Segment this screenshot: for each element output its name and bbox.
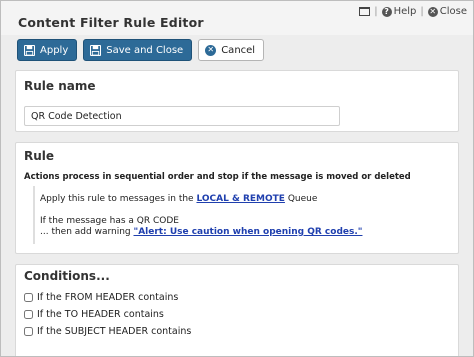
conditions-panel: Conditions... If the FROM HEADER contain… — [15, 264, 459, 356]
rule-editor-window: Content Filter Rule Editor | ? Help | ✕ … — [0, 0, 474, 357]
toolbar: Apply Save and Close ✕ Cancel — [17, 39, 265, 61]
rule-name-panel: Rule name — [15, 70, 459, 132]
rule-description: Actions process in sequential order and … — [24, 172, 411, 182]
help-button[interactable]: ? Help — [381, 6, 417, 17]
condition-checkbox[interactable] — [24, 327, 33, 336]
close-label: Close — [439, 6, 467, 17]
conditions-heading: Conditions... — [24, 269, 110, 283]
help-label: Help — [393, 6, 417, 17]
save-icon — [90, 44, 102, 56]
apply-label: Apply — [40, 44, 69, 56]
condition-checkbox[interactable] — [24, 293, 33, 302]
rule-panel: Rule Actions process in sequential order… — [15, 142, 459, 254]
warning-text-link[interactable]: "Alert: Use caution when opening QR code… — [134, 227, 363, 237]
condition-label: If the TO HEADER contains — [37, 309, 164, 320]
save-icon — [24, 44, 35, 56]
rule-name-heading: Rule name — [24, 79, 96, 93]
apply-button[interactable]: Apply — [17, 39, 78, 61]
rule-name-input[interactable] — [24, 106, 340, 126]
rule-heading: Rule — [24, 149, 55, 163]
separator: | — [420, 6, 424, 17]
window-title: Content Filter Rule Editor — [18, 15, 204, 30]
save-and-close-button[interactable]: Save and Close — [83, 39, 193, 61]
save-and-close-label: Save and Close — [106, 44, 184, 56]
window-controls: | ? Help | ✕ Close — [359, 6, 467, 17]
separator: | — [374, 6, 378, 17]
action-prefix: ... then add warning — [40, 227, 131, 237]
condition-label: If the SUBJECT HEADER contains — [37, 326, 192, 337]
apply-prefix: Apply this rule to messages in the — [40, 194, 194, 204]
queue-link[interactable]: LOCAL & REMOTE — [196, 194, 284, 204]
rule-condition-line: If the message has a QR CODE — [40, 216, 179, 226]
rule-action-line: ... then add warning "Alert: Use caution… — [40, 227, 362, 237]
condition-to-header[interactable]: If the TO HEADER contains — [24, 309, 164, 320]
window-toggle-button[interactable] — [359, 7, 371, 16]
condition-subject-header[interactable]: If the SUBJECT HEADER contains — [24, 326, 191, 337]
title-bar: Content Filter Rule Editor | ? Help | ✕ … — [1, 1, 473, 35]
cancel-button[interactable]: ✕ Cancel — [198, 39, 265, 61]
window-icon — [359, 7, 371, 16]
rule-apply-line: Apply this rule to messages in the LOCAL… — [40, 194, 317, 204]
condition-checkbox[interactable] — [24, 310, 33, 319]
rule-body: Apply this rule to messages in the LOCAL… — [33, 186, 450, 244]
cancel-icon: ✕ — [205, 44, 217, 56]
close-icon: ✕ — [427, 6, 438, 17]
help-icon: ? — [381, 6, 392, 17]
apply-suffix: Queue — [287, 194, 318, 204]
cancel-label: Cancel — [221, 44, 256, 56]
condition-label: If the FROM HEADER contains — [37, 292, 179, 303]
condition-from-header[interactable]: If the FROM HEADER contains — [24, 292, 178, 303]
close-button[interactable]: ✕ Close — [427, 6, 467, 17]
